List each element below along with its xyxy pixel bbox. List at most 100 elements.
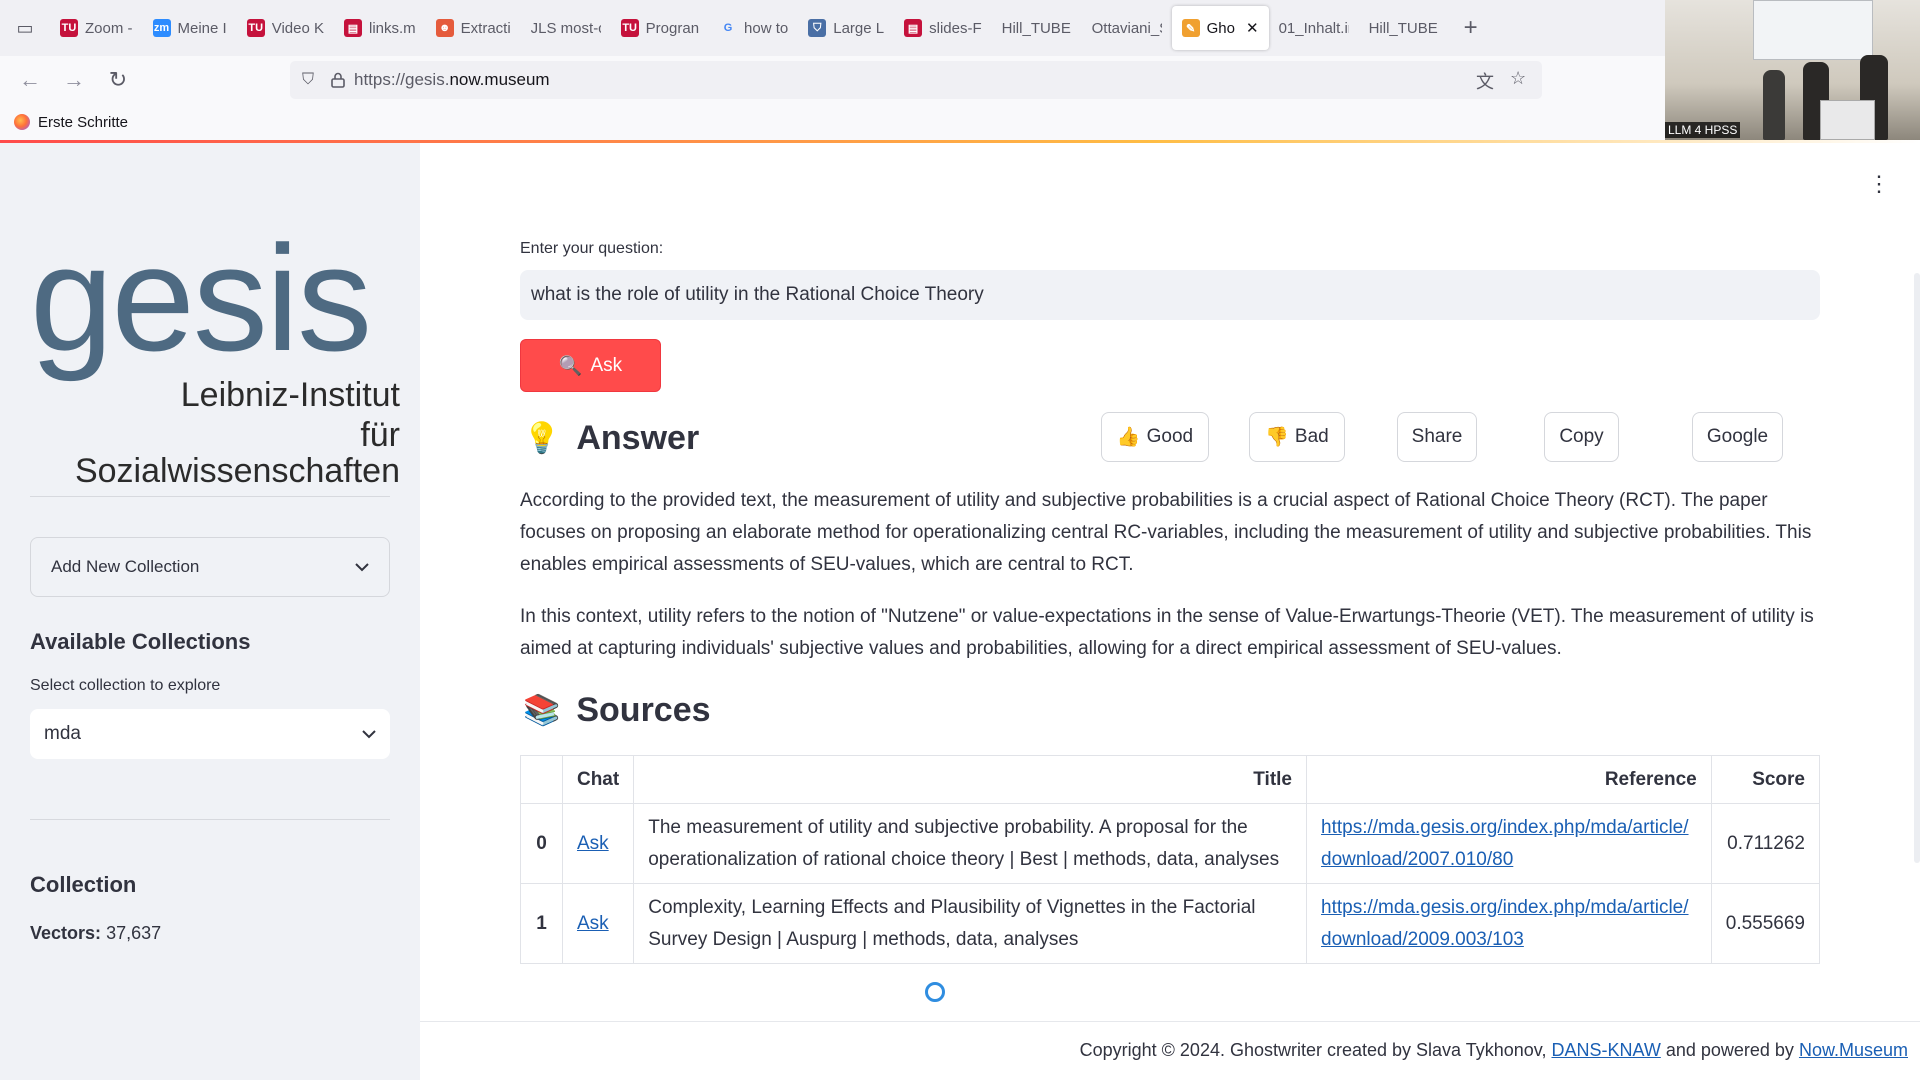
source-score: 0.711262	[1710, 803, 1821, 884]
close-tab-icon[interactable]: ✕	[1246, 19, 1259, 37]
browser-tab-label: Zoom -	[85, 19, 133, 37]
google-button[interactable]: Google	[1692, 412, 1783, 462]
bookmark-erste-schritte[interactable]: Erste Schritte	[38, 114, 128, 131]
face-icon: ☻	[435, 19, 454, 37]
browser-tab[interactable]: zm Meine I	[143, 6, 237, 50]
vectors-label: Vectors:	[30, 923, 102, 943]
tab-list-icon[interactable]: ▭	[0, 0, 50, 56]
browser-tab[interactable]: ▤ slides-F	[894, 6, 992, 50]
browser-tab[interactable]: Hill_TUBERI	[992, 6, 1082, 50]
collection-heading: Collection	[30, 872, 137, 897]
now-museum-link[interactable]: Now.Museum	[1799, 1040, 1908, 1060]
tu-logo: TU	[60, 19, 78, 37]
ask-button-label: Ask	[590, 354, 623, 376]
question-input[interactable]: what is the role of utility in the Ratio…	[520, 270, 1820, 320]
ask-button[interactable]: 🔍 Ask	[520, 339, 661, 392]
sources-heading: 📚 Sources	[523, 691, 711, 730]
good-button[interactable]: 👍 Good	[1101, 412, 1209, 462]
doc-icon: ▤	[904, 19, 923, 37]
browser-tab-label: links.m	[368, 19, 416, 37]
shield-icon: ⛉	[808, 19, 827, 37]
answer-heading: 💡 Answer	[523, 419, 699, 458]
sidebar: gesis Leibniz-Institut für Sozialwissens…	[0, 143, 420, 1080]
tracking-protection-icon[interactable]: ⛉	[290, 71, 326, 89]
search-icon: 🔍	[558, 355, 583, 377]
lightbulb-icon: 💡	[523, 422, 561, 455]
scrollbar[interactable]	[1914, 273, 1920, 863]
source-reference-link[interactable]: https://mda.gesis.org/index.php/mda/arti…	[1306, 883, 1712, 964]
browser-tab-label: JLS most-ci	[530, 19, 601, 37]
chat-ask-link[interactable]: Ask	[561, 883, 635, 964]
source-title: Complexity, Learning Effects and Plausib…	[633, 883, 1307, 964]
podium	[1820, 100, 1875, 140]
browser-tab[interactable]: JLS most-ci	[521, 6, 611, 50]
browser-tab-label: how to	[744, 19, 789, 37]
browser-tab[interactable]: TU Zoom -	[50, 6, 143, 50]
bookmark-star-icon[interactable]: ☆	[1510, 68, 1526, 89]
browser-tab[interactable]: ⛉ Large L	[798, 6, 894, 50]
footer-divider	[420, 1021, 1920, 1022]
browser-tab[interactable]: ☻ Extracti	[426, 6, 521, 50]
copy-button[interactable]: Copy	[1544, 412, 1619, 462]
browser-tab-label: Video K	[271, 19, 324, 37]
browser-tab[interactable]: ▤ links.m	[334, 6, 426, 50]
column-header-reference[interactable]: Reference	[1306, 755, 1712, 804]
browser-tab[interactable]: 01_Inhalt.in	[1269, 6, 1359, 50]
browser-nav-bar: ← → ↻ ⛉ https://gesis.now.museum 文 ☆	[0, 56, 1665, 104]
projection-screen	[1753, 0, 1873, 60]
logo-wordmark: gesis	[30, 214, 372, 382]
chat-ask-link[interactable]: Ask	[561, 803, 635, 884]
browser-tab-label: Ottaviani_S	[1091, 19, 1162, 37]
chevron-down-icon	[355, 557, 369, 577]
browser-tab[interactable]: Ghow to	[709, 6, 798, 50]
footer: Copyright © 2024. Ghostwriter created by…	[1080, 1040, 1908, 1061]
firefox-icon	[14, 114, 30, 130]
share-button-label: Share	[1411, 426, 1463, 447]
bad-button[interactable]: 👎 Bad	[1249, 412, 1345, 462]
browser-tab[interactable]: Ottaviani_S	[1082, 6, 1172, 50]
answer-paragraph-2: In this context, utility refers to the n…	[520, 606, 1814, 659]
row-index: 0	[520, 803, 563, 884]
select-collection-label: Select collection to explore	[30, 677, 221, 694]
browser-tab-label: 01_Inhalt.in	[1278, 19, 1349, 37]
question-label: Enter your question:	[520, 240, 664, 257]
browser-tab-label: Gho	[1206, 19, 1235, 37]
vectors-value: 37,637	[106, 923, 162, 943]
browser-tab[interactable]: ✎ Gho ✕	[1171, 6, 1269, 50]
url-bar[interactable]: ⛉ https://gesis.now.museum 文 ☆	[290, 61, 1542, 99]
new-tab-button[interactable]: +	[1449, 14, 1493, 42]
url-text[interactable]: https://gesis.now.museum	[354, 70, 550, 90]
answer-paragraph-1: According to the provided text, the meas…	[520, 490, 1812, 575]
add-collection-expander[interactable]: Add New Collection	[30, 537, 390, 597]
column-header-chat[interactable]: Chat	[561, 755, 635, 804]
dans-knaw-link[interactable]: DANS-KNAW	[1551, 1040, 1660, 1060]
thumbs-down-icon: 👎	[1265, 427, 1289, 448]
browser-tab[interactable]: TU Progran	[611, 6, 709, 50]
browser-tab[interactable]: Hill_TUBERI	[1359, 6, 1449, 50]
lock-icon[interactable]	[326, 72, 350, 88]
column-header-title[interactable]: Title	[633, 755, 1307, 804]
more-options-icon[interactable]: ⋮	[1868, 173, 1890, 195]
forward-button[interactable]: →	[52, 60, 96, 100]
video-caption: LLM 4 HPSS	[1665, 122, 1741, 138]
translate-icon[interactable]: 文	[1476, 68, 1494, 94]
main-content: ⋮ Enter your question: what is the role …	[420, 143, 1920, 1080]
vectors-count: Vectors: 37,637	[30, 923, 161, 944]
logo-line-1: Leibniz-Institut	[180, 376, 400, 414]
good-button-label: Good	[1146, 426, 1194, 447]
source-reference-link[interactable]: https://mda.gesis.org/index.php/mda/arti…	[1306, 803, 1712, 884]
source-score: 0.555669	[1710, 883, 1821, 964]
collection-select[interactable]: mda	[30, 709, 390, 759]
bookmarks-toolbar: Erste Schritte	[0, 104, 1665, 140]
sources-heading-text: Sources	[576, 691, 711, 729]
share-button[interactable]: Share	[1397, 412, 1477, 462]
back-button[interactable]: ←	[8, 60, 52, 100]
reload-button[interactable]: ↻	[96, 60, 140, 100]
browser-tab[interactable]: TU Video K	[237, 6, 334, 50]
column-header-score[interactable]: Score	[1710, 755, 1821, 804]
tu-logo: TU	[620, 19, 639, 37]
browser-tab-label: Meine I	[177, 19, 227, 37]
chevron-down-icon	[362, 723, 376, 745]
sidebar-divider	[30, 819, 390, 820]
tab-strip: TU Zoom - zm Meine I TU Video K ▤ links.m ☻ Extra…	[50, 0, 1449, 56]
